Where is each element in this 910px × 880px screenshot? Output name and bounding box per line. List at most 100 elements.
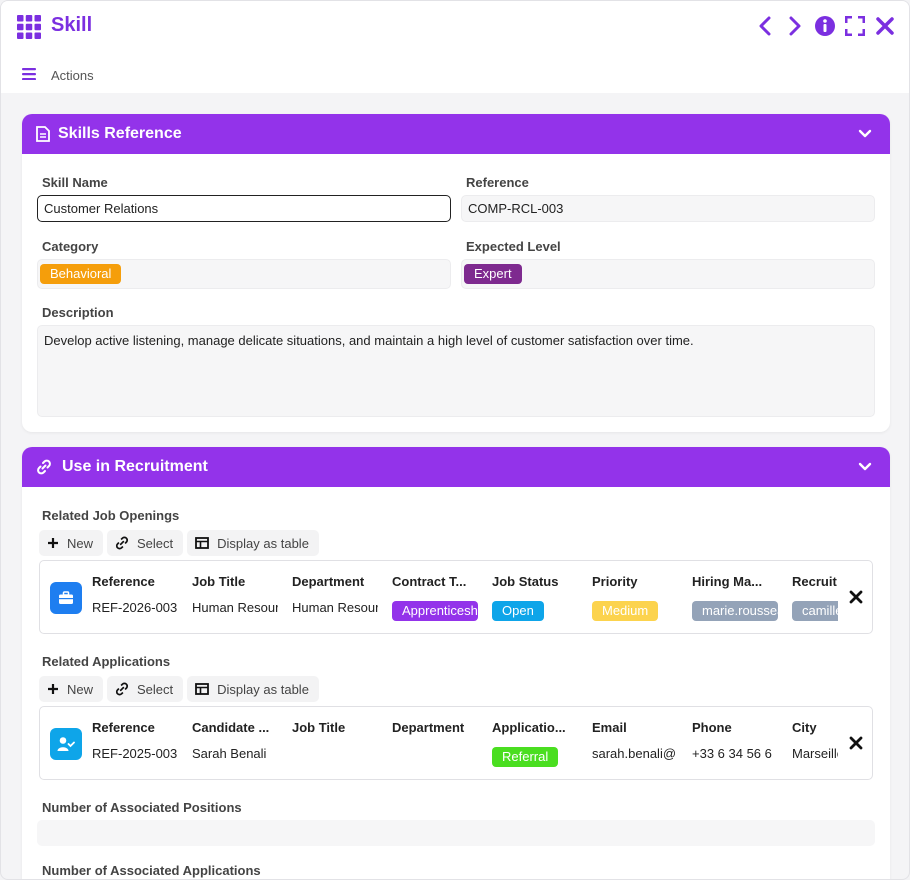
user-badge: camille (792, 601, 838, 621)
job-opening-card[interactable]: Reference REF-2026-003 Job Title Human R… (39, 560, 873, 634)
document-icon (36, 126, 50, 142)
column-header: Hiring Ma... (692, 574, 763, 589)
page-title: Skill (51, 14, 93, 36)
expected-level-field[interactable]: Expert (461, 259, 875, 289)
expected-level-tag: Expert (464, 264, 522, 284)
new-job-opening-button[interactable]: New (39, 530, 104, 556)
remove-icon[interactable] (848, 735, 864, 751)
job-col-recruiter: Recruit camille (792, 561, 838, 635)
column-header: Reference (92, 574, 155, 589)
app-col-city: City Marseille (792, 707, 838, 781)
plus-icon (48, 538, 58, 548)
info-icon (815, 16, 835, 36)
recruitment-section: Use in Recruitment Related Job Openings … (22, 447, 890, 879)
chevron-left-icon (759, 16, 771, 36)
skills-reference-section: Skills Reference Skill Name Customer Rel… (22, 114, 890, 432)
link-icon (37, 459, 51, 475)
user-badge: marie.rousseau (692, 601, 778, 621)
column-header: City (792, 720, 817, 735)
column-header: Job Status (492, 574, 559, 589)
cell-value: Human Resources (192, 600, 278, 615)
fullscreen-button[interactable] (843, 13, 867, 39)
category-tag: Behavioral (40, 264, 122, 284)
applications-count-label: Number of Associated Applications (42, 863, 261, 878)
reference-field[interactable]: COMP-RCL-003 (461, 195, 875, 222)
category-label: Category (42, 239, 99, 254)
status-badge: Open (492, 601, 544, 621)
close-button[interactable] (873, 13, 897, 39)
button-label: New (67, 681, 94, 697)
cell-value: Sarah Benali (192, 746, 267, 761)
display-table-applications-button[interactable]: Display as table (187, 676, 319, 702)
table-icon (195, 537, 210, 549)
column-header: Recruit (792, 574, 837, 589)
job-openings-label: Related Job Openings (42, 508, 180, 523)
column-header: Candidate ... (192, 720, 270, 735)
category-field[interactable]: Behavioral (37, 259, 451, 289)
cell-value: Human Resources (292, 600, 378, 615)
button-label: New (67, 535, 94, 551)
next-button[interactable] (783, 13, 807, 39)
info-button[interactable] (813, 13, 837, 39)
button-label: Display as table (217, 681, 309, 697)
button-label: Select (137, 681, 174, 697)
applications-label: Related Applications (42, 654, 171, 669)
description-label: Description (42, 305, 114, 320)
cell-value: +33 6 34 56 6 (692, 746, 772, 761)
section-title: Use in Recruitment (62, 458, 208, 475)
description-field[interactable]: Develop active listening, manage delicat… (37, 325, 875, 417)
display-table-job-openings-button[interactable]: Display as table (187, 530, 319, 556)
chevron-right-icon (789, 16, 801, 36)
previous-button[interactable] (753, 13, 777, 39)
column-header: Department (392, 720, 465, 735)
column-header: Reference (92, 720, 155, 735)
reference-label: Reference (466, 175, 529, 190)
link-icon (115, 536, 129, 550)
column-header: Job Title (192, 574, 246, 589)
chevron-down-icon[interactable] (858, 460, 872, 474)
column-header: Phone (692, 720, 732, 735)
remove-icon[interactable] (848, 589, 864, 605)
window-controls (753, 13, 897, 39)
cell-value: Marseille (792, 746, 838, 761)
actions-menu[interactable]: Actions (51, 68, 94, 83)
cell-value: REF-2025-003 (92, 746, 178, 761)
contract-badge: Apprenticeship (392, 601, 478, 621)
skill-window: Skill Actions Skills Reference Skill Nam… (0, 0, 910, 880)
positions-count-field[interactable] (37, 820, 875, 846)
expected-level-label: Expected Level (466, 239, 561, 254)
skill-name-field[interactable]: Customer Relations (37, 195, 451, 222)
cell-value: REF-2026-003 (92, 600, 178, 615)
recruitment-header[interactable]: Use in Recruitment (22, 447, 890, 487)
skills-reference-header[interactable]: Skills Reference (22, 114, 890, 154)
link-icon (115, 682, 129, 696)
column-header: Contract T... (392, 574, 467, 589)
applications-toolbar: New Select Display as table (39, 676, 319, 702)
menu-icon[interactable] (22, 68, 36, 80)
close-icon (876, 17, 894, 35)
user-check-icon (50, 728, 82, 760)
column-header: Job Title (292, 720, 346, 735)
column-header: Department (292, 574, 365, 589)
top-bar: Skill Actions (1, 1, 909, 93)
button-label: Display as table (217, 535, 309, 551)
application-card[interactable]: Reference REF-2025-003 Candidate ... Sar… (39, 706, 873, 780)
select-application-button[interactable]: Select (107, 676, 184, 702)
source-badge: Referral (492, 747, 559, 767)
chevron-down-icon[interactable] (858, 127, 872, 141)
job-openings-toolbar: New Select Display as table (39, 530, 319, 556)
select-job-opening-button[interactable]: Select (107, 530, 184, 556)
briefcase-icon (50, 582, 82, 614)
cell-value: sarah.benali@ (592, 746, 677, 761)
grid-icon (17, 15, 41, 39)
section-title: Skills Reference (58, 125, 182, 142)
new-application-button[interactable]: New (39, 676, 104, 702)
column-header: Applicatio... (492, 720, 566, 735)
positions-count-label: Number of Associated Positions (42, 800, 242, 815)
column-header: Email (592, 720, 627, 735)
plus-icon (48, 684, 58, 694)
button-label: Select (137, 535, 174, 551)
expand-icon (845, 16, 865, 36)
priority-badge: Medium (592, 601, 659, 621)
skill-name-label: Skill Name (42, 175, 108, 190)
